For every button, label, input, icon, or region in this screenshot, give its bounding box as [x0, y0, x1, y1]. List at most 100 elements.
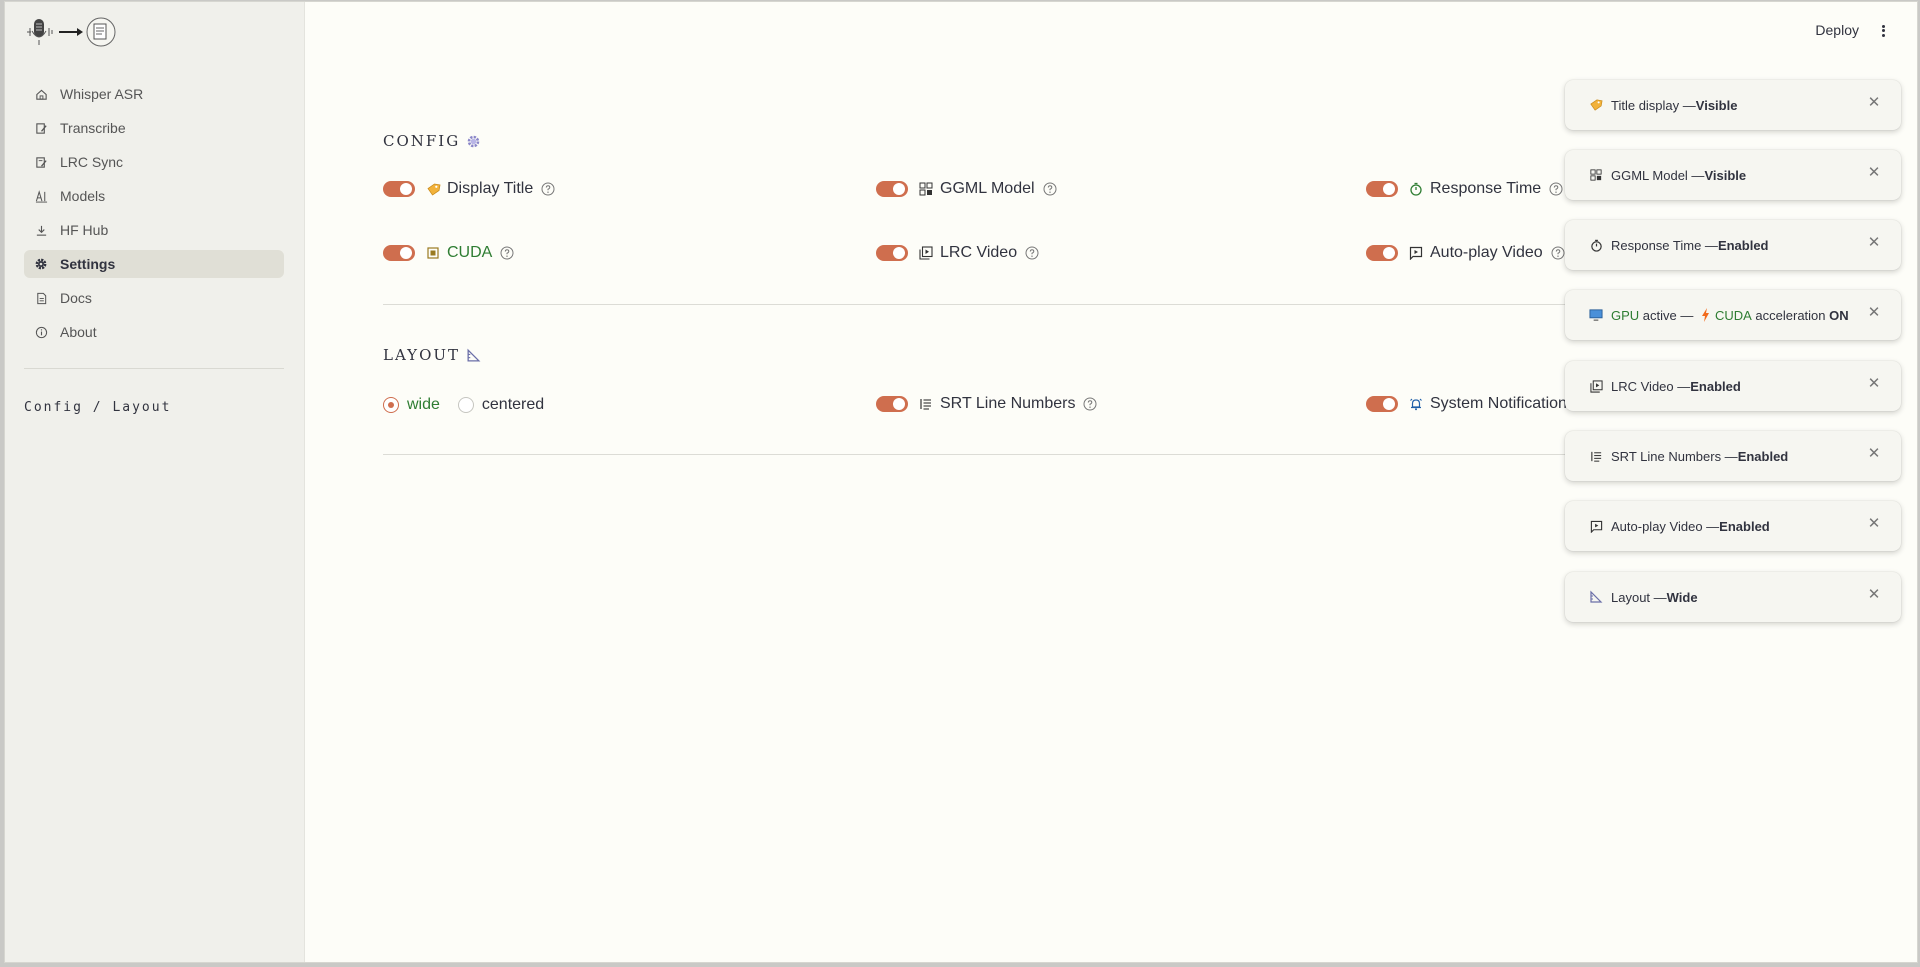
- gear-icon: [466, 134, 481, 149]
- response-time-toggle[interactable]: [1366, 181, 1398, 197]
- help-icon[interactable]: [1043, 182, 1057, 196]
- monitor-icon: [1589, 308, 1603, 322]
- wide-radio[interactable]: [383, 397, 399, 413]
- close-icon[interactable]: ✕: [1867, 95, 1881, 110]
- option-response-time: Response Time: [1366, 180, 1563, 198]
- option-lrc-video: LRC Video: [876, 244, 1039, 262]
- sidebar-divider: [24, 368, 284, 369]
- sidebar-item-lrc-sync[interactable]: LRC Sync: [24, 148, 284, 176]
- sidebar-item-hf-hub[interactable]: HF Hub: [24, 216, 284, 244]
- mic-to-document-logo-icon: [27, 17, 116, 47]
- ggml-model-toggle[interactable]: [876, 181, 908, 197]
- toast-gpu-label: GPU: [1611, 307, 1640, 323]
- help-icon[interactable]: [1551, 246, 1565, 260]
- radio-label-centered: centered: [481, 396, 545, 413]
- close-icon[interactable]: ✕: [1867, 235, 1881, 250]
- sidebar-item-label: Models: [60, 188, 106, 204]
- help-icon[interactable]: [500, 246, 514, 260]
- lrc-video-toggle[interactable]: [876, 245, 908, 261]
- tag-icon: [425, 181, 441, 197]
- option-label: SRT Line Numbers: [940, 395, 1076, 412]
- toast-notification: Layout — Wide ✕: [1565, 572, 1901, 622]
- toast-status: Enabled: [1737, 448, 1789, 464]
- play-screen-icon: [1589, 519, 1603, 533]
- help-icon[interactable]: [1549, 182, 1563, 196]
- stopwatch-icon: [1408, 181, 1424, 197]
- sidebar-item-transcribe[interactable]: Transcribe: [24, 114, 284, 142]
- toast-cuda-label: CUDA: [1714, 307, 1752, 323]
- option-ggml-model: GGML Model: [876, 180, 1057, 198]
- option-auto-play-video: Auto-play Video: [1366, 244, 1565, 262]
- help-icon[interactable]: [1083, 397, 1097, 411]
- close-icon[interactable]: ✕: [1867, 446, 1881, 461]
- download-icon: [34, 223, 48, 237]
- close-icon[interactable]: ✕: [1867, 516, 1881, 531]
- app-window: Whisper ASR Transcribe LRC Sync Models H…: [4, 1, 1918, 963]
- sidebar-item-label: HF Hub: [60, 222, 109, 238]
- option-label: System Notifications: [1430, 395, 1575, 412]
- toast-text: LRC Video —: [1611, 378, 1691, 394]
- layout-radio-group: wide centered: [383, 396, 544, 414]
- toast-text: Auto-play Video —: [1611, 518, 1720, 534]
- info-icon: [34, 325, 48, 339]
- toast-notification: Title display — Visible ✕: [1565, 80, 1901, 130]
- toast-text: SRT Line Numbers —: [1611, 448, 1738, 464]
- toast-notification: Auto-play Video — Enabled ✕: [1565, 501, 1901, 551]
- sidebar-item-label: Whisper ASR: [60, 86, 144, 102]
- breadcrumb: Config / Layout: [24, 400, 172, 415]
- deploy-button[interactable]: Deploy: [1815, 22, 1859, 38]
- stopwatch-icon: [1589, 238, 1603, 252]
- video-library-icon: [918, 245, 934, 261]
- numbered-list-icon: [1589, 449, 1603, 463]
- toast-status: Visible: [1704, 167, 1747, 183]
- auto-play-video-toggle[interactable]: [1366, 245, 1398, 261]
- toast-text: active —: [1639, 307, 1697, 323]
- option-label: Display Title: [447, 180, 534, 197]
- triangle-ruler-icon: [1589, 590, 1603, 604]
- toast-status: Visible: [1695, 97, 1738, 113]
- sidebar-item-settings[interactable]: Settings: [24, 250, 284, 278]
- close-icon[interactable]: ✕: [1867, 305, 1881, 320]
- toast-status: Wide: [1666, 589, 1698, 605]
- sidebar-item-label: LRC Sync: [60, 154, 124, 170]
- sync-edit-icon: [34, 155, 48, 169]
- toast-status: Enabled: [1690, 378, 1741, 394]
- close-icon[interactable]: ✕: [1867, 376, 1881, 391]
- sidebar-item-label: Transcribe: [60, 120, 126, 136]
- close-icon[interactable]: ✕: [1867, 587, 1881, 602]
- centered-radio[interactable]: [457, 397, 474, 413]
- play-screen-icon: [1408, 245, 1424, 261]
- srt-line-numbers-toggle[interactable]: [876, 396, 908, 412]
- option-label: Auto-play Video: [1430, 244, 1543, 261]
- home-icon: [34, 87, 48, 101]
- toast-notification: SRT Line Numbers — Enabled ✕: [1565, 431, 1901, 481]
- sidebar-item-label: About: [60, 324, 97, 340]
- triangle-ruler-icon: [466, 348, 481, 363]
- numbered-list-icon: [918, 396, 934, 412]
- sidebar-item-docs[interactable]: Docs: [24, 284, 284, 312]
- display-title-toggle[interactable]: [383, 181, 415, 197]
- sidebar-item-label: Docs: [60, 290, 92, 306]
- toast-notification: Response Time — Enabled ✕: [1565, 220, 1901, 270]
- toast-text: Title display —: [1611, 97, 1696, 113]
- sidebar: Whisper ASR Transcribe LRC Sync Models H…: [5, 2, 305, 962]
- close-icon[interactable]: ✕: [1867, 165, 1881, 180]
- main-menu-kebab-icon[interactable]: [1879, 23, 1887, 39]
- toast-gpu-notification: GPU active — CUDA acceleration ON ✕: [1565, 290, 1901, 340]
- config-section-title: CONFIG: [383, 132, 481, 150]
- help-icon[interactable]: [541, 182, 555, 196]
- sidebar-item-models[interactable]: Models: [24, 182, 284, 210]
- option-cuda: CUDA: [383, 244, 514, 262]
- sidebar-item-about[interactable]: About: [24, 318, 284, 346]
- layout-title-text: LAYOUT: [383, 346, 461, 364]
- sidebar-item-whisper-asr[interactable]: Whisper ASR: [24, 80, 284, 108]
- gear-icon: [34, 257, 48, 271]
- cuda-toggle[interactable]: [383, 245, 415, 261]
- option-label: CUDA: [447, 244, 493, 261]
- alarm-bell-icon: [1408, 396, 1424, 412]
- toast-status: ON: [1829, 307, 1849, 323]
- system-notifications-toggle[interactable]: [1366, 396, 1398, 412]
- radio-label-wide: wide: [407, 396, 440, 413]
- help-icon[interactable]: [1025, 246, 1039, 260]
- model-grid-icon: [918, 181, 934, 197]
